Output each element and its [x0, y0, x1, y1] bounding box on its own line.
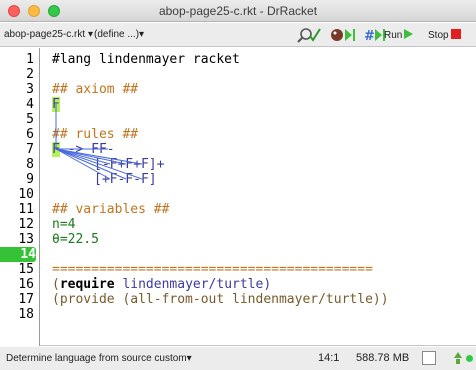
- run-button[interactable]: Run: [384, 29, 414, 41]
- variable-text: n=4: [52, 217, 76, 232]
- keyword-text: require: [59, 277, 115, 292]
- line-number: 3: [26, 82, 34, 97]
- code-line: 7 F -> FF-: [0, 142, 476, 157]
- line-number: 9: [26, 172, 34, 187]
- run-label: Run: [384, 30, 403, 41]
- define-menu-dropdown[interactable]: (define ...)▾: [94, 29, 144, 40]
- memory-usage[interactable]: 588.78 MB: [356, 352, 409, 364]
- line-number: 16: [18, 277, 34, 292]
- recycle-icon: [454, 352, 462, 364]
- online-status-dot: [466, 355, 473, 362]
- status-bar: Determine language from source custom▾ 1…: [0, 347, 476, 370]
- rule-rhs: [-F+F+F]+: [94, 157, 165, 172]
- line-number: 8: [26, 157, 34, 172]
- comment-text: ## variables ##: [52, 202, 170, 217]
- macro-stepper-button[interactable]: #: [364, 29, 385, 44]
- line-number: 10: [18, 187, 34, 202]
- stop-label: Stop: [428, 30, 449, 41]
- code-line-current: 14: [0, 247, 476, 262]
- module-path: lindenmayer/turtle): [114, 277, 272, 292]
- magnifier-icon: [300, 28, 312, 40]
- code-text: (provide (all-from-out lindenmayer/turtl…: [52, 292, 389, 307]
- separator-text: ========================================…: [52, 262, 373, 277]
- code-line: 3 ## axiom ##: [0, 82, 476, 97]
- chevron-down-icon: ▾: [139, 29, 145, 40]
- code-line: 16 (require lindenmayer/turtle): [0, 277, 476, 292]
- hash-icon: #: [364, 29, 375, 44]
- rule-rhs: FF-: [91, 142, 115, 157]
- line-number: 5: [26, 112, 34, 127]
- open-paren: (: [52, 277, 60, 292]
- language-label: Determine language from source custom: [6, 353, 187, 364]
- chevron-down-icon: ▾: [186, 353, 192, 364]
- code-line: 5: [0, 112, 476, 127]
- line-number: 6: [26, 127, 34, 142]
- define-menu-label: (define ...): [94, 29, 140, 40]
- file-menu-label: abop-page25-c.rkt: [4, 29, 86, 40]
- rule-rhs: [+F-F-F]: [94, 172, 157, 187]
- comment-text: ## rules ##: [52, 127, 139, 142]
- code-line: 12 n=4: [0, 217, 476, 232]
- current-line-number: 14: [0, 247, 36, 262]
- line-number: 2: [26, 67, 34, 82]
- line-number: 12: [18, 217, 34, 232]
- status-indicator-box: [422, 351, 436, 365]
- line-number: 11: [18, 202, 34, 217]
- variable-text: θ=22.5: [52, 232, 99, 247]
- line-number: 7: [26, 142, 34, 157]
- line-number: 15: [18, 262, 34, 277]
- debug-button[interactable]: [331, 29, 355, 41]
- code-line: 8 [-F+F+F]+: [0, 157, 476, 172]
- code-line: 9 [+F-F-F]: [0, 172, 476, 187]
- rule-lhs: F: [52, 142, 60, 157]
- line-number: 18: [18, 307, 34, 322]
- line-number: 1: [26, 52, 34, 67]
- chevron-down-icon: ▾: [87, 29, 93, 40]
- stop-icon: [450, 29, 461, 39]
- file-menu-dropdown[interactable]: abop-page25-c.rkt ▾: [4, 29, 93, 40]
- check-syntax-button[interactable]: [297, 28, 321, 43]
- code-line: 18: [0, 307, 476, 322]
- title-bar: abop-page25-c.rkt - DrRacket: [0, 0, 476, 22]
- stop-button[interactable]: Stop: [428, 29, 461, 41]
- rule-arrow: ->: [59, 142, 92, 157]
- code-line: 4F: [0, 97, 476, 112]
- bug-icon: [331, 29, 343, 41]
- line-number: 13: [18, 232, 34, 247]
- code-line: 10: [0, 187, 476, 202]
- drracket-window: abop-page25-c.rkt - DrRacket abop-page25…: [0, 0, 476, 370]
- line-number: 17: [18, 292, 34, 307]
- code-line: 17 (provide (all-from-out lindenmayer/tur…: [0, 292, 476, 307]
- window-title: abop-page25-c.rkt - DrRacket: [158, 4, 318, 18]
- code-line: 2: [0, 67, 476, 82]
- code-line: 13 θ=22.5: [0, 232, 476, 247]
- cursor-position: 14:1: [318, 352, 340, 364]
- code-line: 6 ## rules ##: [0, 127, 476, 142]
- comment-text: ## axiom ##: [52, 82, 139, 97]
- line-number: 4: [26, 97, 34, 112]
- step-icon: [375, 29, 382, 41]
- code-line: 1 #lang lindenmayer racket: [0, 52, 476, 67]
- run-icon: [404, 29, 414, 39]
- code-text: #lang lindenmayer racket: [52, 52, 240, 67]
- toolbar: abop-page25-c.rkt ▾ (define ...)▾ # Run …: [0, 23, 476, 47]
- language-selector[interactable]: Determine language from source custom▾: [6, 353, 192, 364]
- definitions-editor[interactable]: 1 #lang lindenmayer racket 2 3 ## axiom ##…: [0, 48, 476, 346]
- step-icon: [345, 29, 352, 41]
- code-line: 15 ======================================…: [0, 262, 476, 277]
- code-line: 11 ## variables ##: [0, 202, 476, 217]
- axiom-symbol: F: [52, 97, 60, 112]
